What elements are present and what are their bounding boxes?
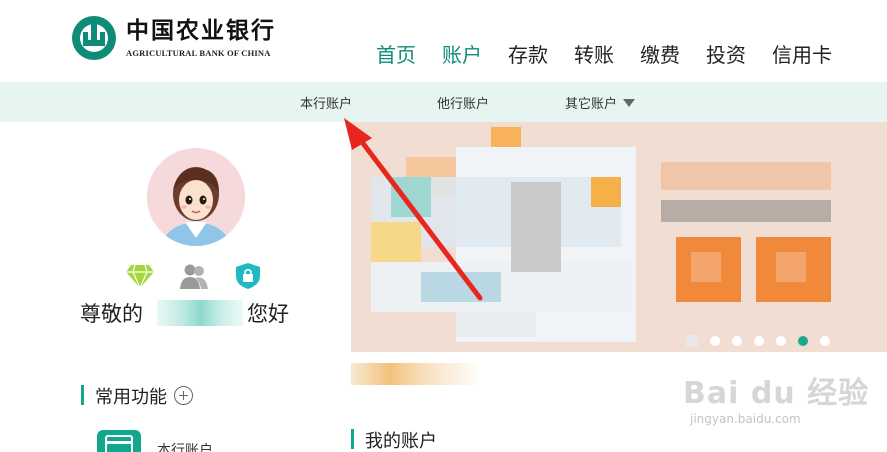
member-badges xyxy=(125,262,263,290)
common-functions-label: 常用功能 xyxy=(95,387,167,408)
nav-accounts[interactable]: 账户 xyxy=(429,40,495,70)
promo-banner[interactable] xyxy=(351,122,887,352)
carousel-dot-active[interactable] xyxy=(798,336,808,346)
my-accounts-title: 我的账户 xyxy=(351,427,437,452)
nav-payments[interactable]: 缴费 xyxy=(627,40,693,70)
notice-bar[interactable] xyxy=(351,362,481,386)
caret-down-icon xyxy=(623,99,636,107)
greeting: 尊敬的 您好 xyxy=(80,298,289,328)
nav-transfer[interactable]: 转账 xyxy=(561,40,627,70)
card-icon[interactable] xyxy=(97,430,141,452)
diamond-icon[interactable] xyxy=(125,262,155,290)
redacted-notice xyxy=(351,363,481,385)
function-own-bank-account[interactable]: 本行账户 xyxy=(157,440,213,452)
carousel-dot[interactable] xyxy=(710,336,720,346)
user-group-icon[interactable] xyxy=(179,262,209,290)
greeting-suffix: 您好 xyxy=(247,302,289,326)
baidu-watermark-url: jingyan.baidu.com xyxy=(690,412,801,426)
subnav-other-bank-accounts[interactable]: 他行账户 xyxy=(437,93,489,112)
subnav-own-bank-accounts[interactable]: 本行账户 xyxy=(300,93,352,112)
greeting-prefix: 尊敬的 xyxy=(80,302,143,326)
common-functions-title: 常用功能 xyxy=(81,383,193,409)
abc-logo-icon xyxy=(72,16,116,60)
nav-credit-card[interactable]: 信用卡 xyxy=(759,40,845,70)
bank-name-en: AGRICULTURAL BANK OF CHINA xyxy=(126,48,271,58)
add-function-icon[interactable] xyxy=(174,386,193,405)
shield-lock-icon[interactable] xyxy=(233,262,263,290)
carousel-dot[interactable] xyxy=(820,336,830,346)
subnav-other-accounts[interactable]: 其它账户 xyxy=(565,93,636,112)
nav-home[interactable]: 首页 xyxy=(363,40,429,70)
carousel-dot[interactable] xyxy=(686,335,698,347)
bank-name-cn: 中国农业银行 xyxy=(126,17,276,44)
bank-logo[interactable]: 中国农业银行 AGRICULTURAL BANK OF CHINA xyxy=(70,14,276,62)
carousel-dot[interactable] xyxy=(732,336,742,346)
nav-investment[interactable]: 投资 xyxy=(693,40,759,70)
redacted-username xyxy=(157,300,243,326)
carousel-dot[interactable] xyxy=(754,336,764,346)
account-subnav: 本行账户 他行账户 其它账户 xyxy=(0,82,887,122)
avatar[interactable] xyxy=(147,148,245,246)
avatar-illustration xyxy=(147,148,245,246)
subnav-other-accounts-label: 其它账户 xyxy=(565,97,618,112)
nav-deposits[interactable]: 存款 xyxy=(495,40,561,70)
main-nav: 首页 账户 存款 转账 缴费 投资 信用卡 xyxy=(363,40,845,70)
banner-carousel-dots xyxy=(686,335,830,347)
baidu-watermark: Bai du 经验 xyxy=(683,376,870,411)
my-accounts-label: 我的账户 xyxy=(365,431,437,452)
carousel-dot[interactable] xyxy=(776,336,786,346)
